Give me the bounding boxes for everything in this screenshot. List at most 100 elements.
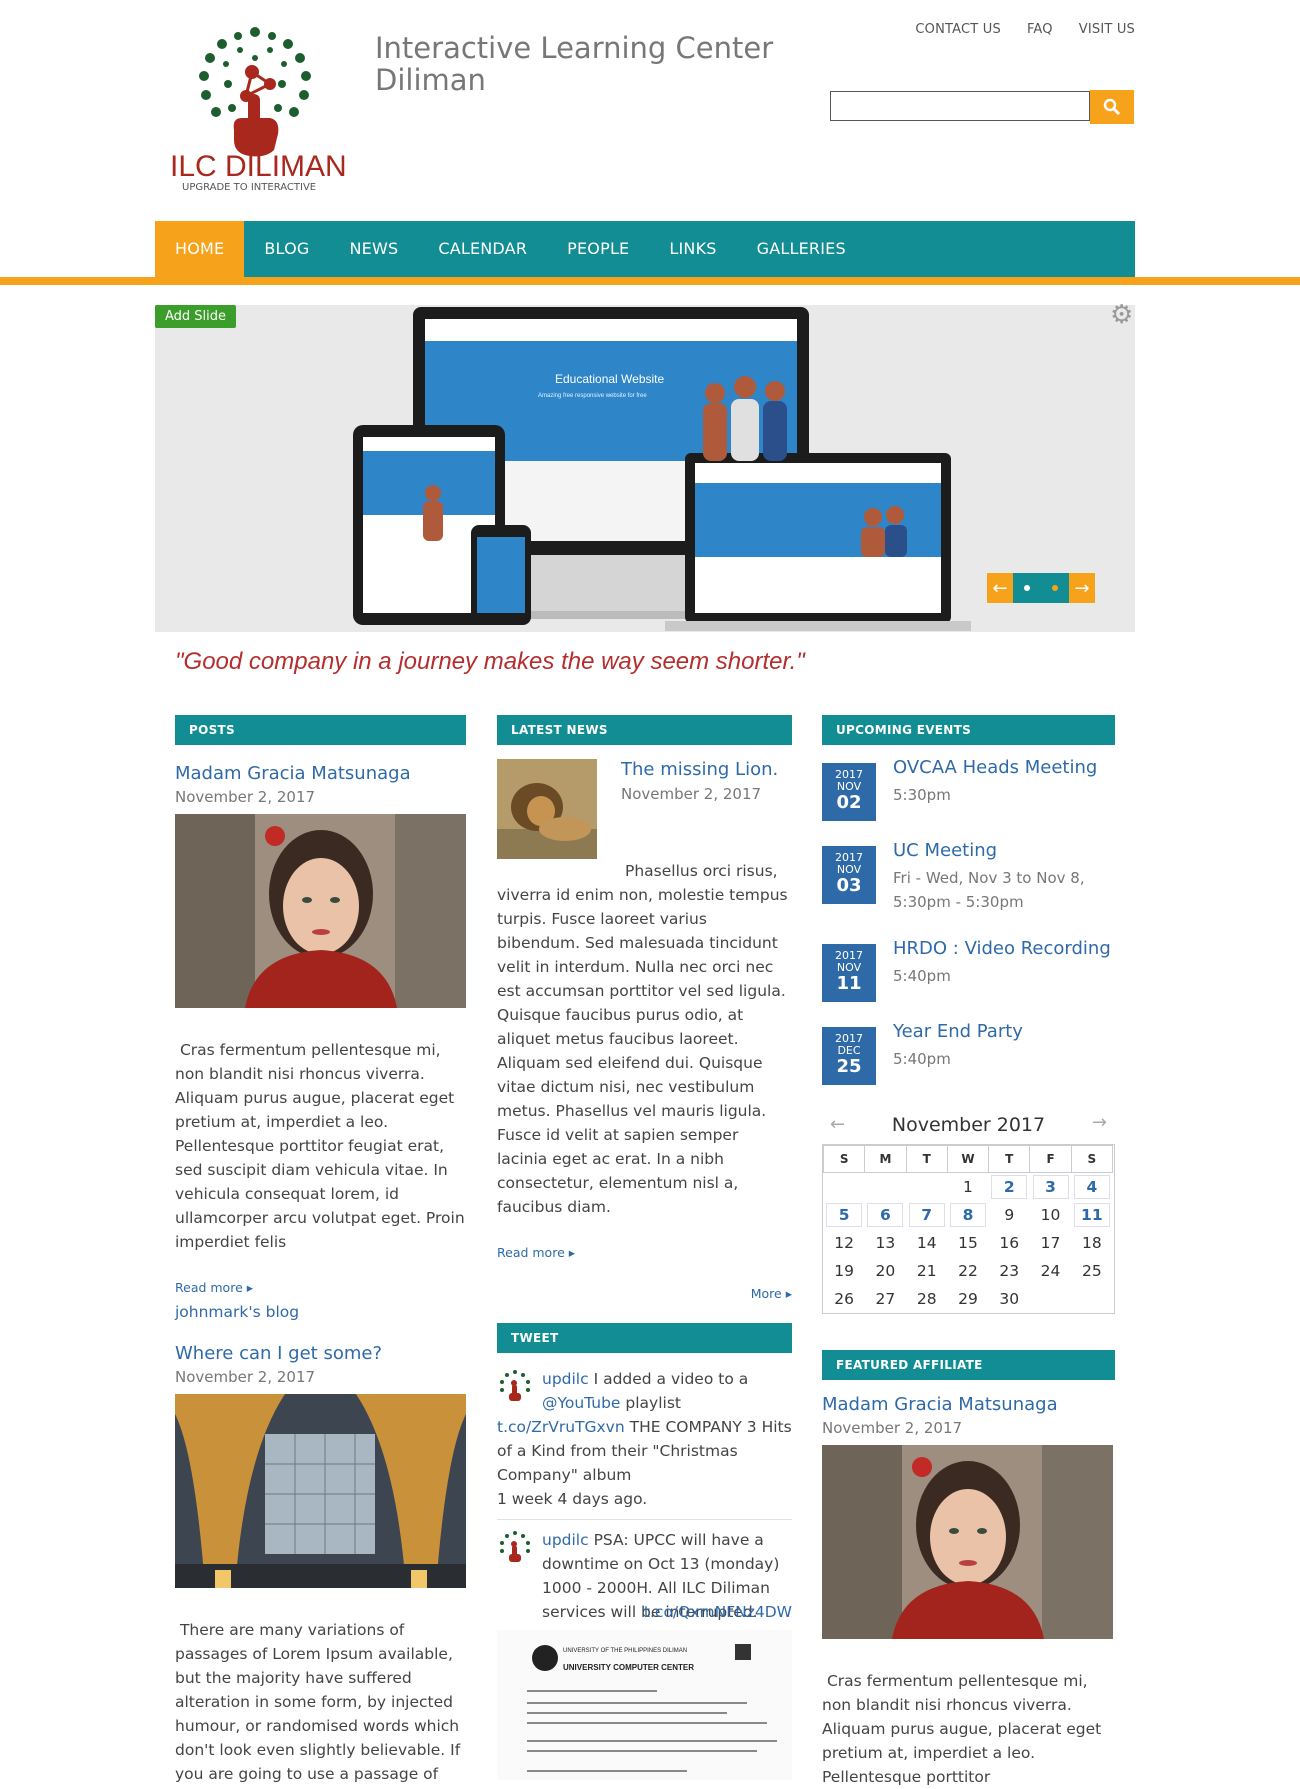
calendar-day[interactable]: 11: [1071, 1201, 1112, 1229]
calendar-day-link[interactable]: 5: [826, 1203, 863, 1227]
calendar-day-link[interactable]: 4: [1073, 1175, 1110, 1199]
calendar-day: 22: [958, 1262, 978, 1280]
nav-home[interactable]: HOME: [155, 221, 245, 277]
site-logo[interactable]: ILC DILIMAN UPGRADE TO INTERACTIVE: [170, 22, 350, 202]
calendar-day[interactable]: 2: [989, 1173, 1030, 1202]
search-icon: [1103, 98, 1121, 116]
slider-controls: ← →: [987, 573, 1095, 603]
post-excerpt-text: Cras fermentum pellentesque mi, non blan…: [175, 1041, 465, 1251]
arrow-left-icon: ←: [992, 577, 1008, 599]
event-day: 11: [836, 973, 862, 994]
event-title[interactable]: Year End Party: [893, 1021, 1023, 1042]
affiliate-image[interactable]: [822, 1445, 1113, 1639]
calendar-day: 16: [999, 1234, 1020, 1252]
calendar-day: 18: [1081, 1234, 1102, 1252]
event-time: 5:40pm: [893, 1050, 951, 1068]
post-title[interactable]: Where can I get some?: [175, 1343, 466, 1364]
portrait-image: [822, 1445, 1113, 1639]
tweet-link[interactable]: t.co/QxmNFNz4DW: [644, 1603, 792, 1621]
post-title[interactable]: Madam Gracia Matsunaga: [175, 763, 466, 784]
event-item[interactable]: 2017 NOV 02 OVCAA Heads Meeting 5:30pm: [822, 757, 1115, 846]
calendar-day: 24: [1040, 1262, 1061, 1280]
tweet-mention[interactable]: @YouTube: [542, 1394, 621, 1412]
nav-calendar[interactable]: CALENDAR: [418, 221, 547, 277]
tweet-avatar-icon[interactable]: [497, 1530, 533, 1566]
site-quote: "Good company in a journey makes the way…: [175, 648, 805, 675]
calendar-weekday: W: [946, 1145, 990, 1173]
search-input[interactable]: [830, 91, 1090, 121]
calendar-day: 21: [916, 1262, 937, 1280]
add-slide-button[interactable]: Add Slide: [155, 305, 237, 328]
calendar-day-link[interactable]: 8: [949, 1203, 986, 1227]
calendar-day[interactable]: 6: [865, 1201, 906, 1229]
calendar-day[interactable]: 8: [947, 1201, 988, 1229]
tweet-user[interactable]: updilc: [542, 1370, 589, 1388]
search-button[interactable]: [1090, 90, 1134, 124]
tweet-item: updilc I added a video to a @YouTube pla…: [497, 1367, 792, 1511]
calendar-day[interactable]: 3: [1030, 1173, 1071, 1202]
tweet-user[interactable]: updilc: [542, 1531, 589, 1549]
event-day: 03: [836, 875, 862, 896]
site-title[interactable]: Interactive Learning Center Diliman: [375, 32, 795, 96]
affiliate-title[interactable]: Madam Gracia Matsunaga: [822, 1394, 1115, 1415]
post-image-atrium[interactable]: [175, 1394, 466, 1588]
post-excerpt-text: There are many variations of passages of…: [175, 1621, 461, 1783]
nav-blog[interactable]: BLOG: [244, 221, 329, 277]
more-news-link[interactable]: More ▸: [497, 1286, 792, 1301]
nav-links[interactable]: LINKS: [649, 221, 736, 277]
tweet-time[interactable]: 1 week 4 days ago.: [497, 1487, 792, 1511]
portrait-image: [175, 814, 466, 1008]
tweet-text: playlist: [625, 1394, 681, 1412]
event-item[interactable]: 2017 NOV 03 UC Meeting Fri - Wed, Nov 3 to…: [822, 840, 1115, 944]
visit-us-link[interactable]: VISIT US: [1079, 22, 1135, 37]
event-item[interactable]: 2017 NOV 11 HRDO : Video Recording 5:40pm: [822, 938, 1115, 1027]
post-image-portrait[interactable]: [175, 814, 466, 1008]
calendar-day-link[interactable]: 6: [867, 1203, 904, 1227]
news-title[interactable]: The missing Lion.: [621, 759, 778, 780]
logo-text: ILC DILIMAN: [170, 150, 347, 183]
slide-dot-1[interactable]: [1024, 585, 1030, 591]
calendar-day[interactable]: 5: [824, 1201, 865, 1229]
nav-people[interactable]: PEOPLE: [547, 221, 649, 277]
main-nav: HOME BLOG NEWS CALENDAR PEOPLE LINKS GAL…: [155, 221, 1135, 277]
affiliate-excerpt-text: Cras fermentum pellentesque mi, non blan…: [822, 1672, 1102, 1786]
event-item[interactable]: 2017 DEC 25 Year End Party 5:40pm: [822, 1021, 1115, 1110]
tweet-link[interactable]: t.co/ZrVruTGxvn: [497, 1418, 625, 1436]
blog-link[interactable]: johnmark's blog: [175, 1303, 466, 1321]
calendar-day-link[interactable]: 11: [1073, 1203, 1110, 1227]
contact-us-link[interactable]: CONTACT US: [915, 22, 1001, 37]
affiliate-excerpt: Cras fermentum pellentesque mi, non blan…: [822, 1669, 1115, 1789]
slider-next-button[interactable]: →: [1069, 573, 1095, 603]
post-excerpt: Cras fermentum pellentesque mi, non blan…: [175, 1038, 466, 1254]
site-title-line2: Diliman: [375, 63, 486, 97]
tweet-avatar-icon[interactable]: [497, 1369, 533, 1405]
more-label: More: [750, 1286, 782, 1301]
calendar-day[interactable]: 4: [1071, 1173, 1112, 1202]
calendar-day-link[interactable]: 3: [1032, 1175, 1069, 1199]
calendar-day: 20: [875, 1262, 896, 1280]
faq-link[interactable]: FAQ: [1027, 22, 1053, 37]
memo-header: UNIVERSITY OF THE PHILIPPINES DILIMAN: [563, 1648, 687, 1654]
calendar-day: 29: [958, 1290, 978, 1308]
tweet-heading: TWEET: [497, 1323, 792, 1353]
event-title[interactable]: OVCAA Heads Meeting: [893, 757, 1097, 778]
event-title[interactable]: HRDO : Video Recording: [893, 938, 1111, 959]
news-excerpt: Phasellus orci risus, viverra id enim no…: [497, 862, 788, 1216]
event-title[interactable]: UC Meeting: [893, 840, 997, 861]
slide-dot-2[interactable]: [1052, 585, 1058, 591]
slider-prev-button[interactable]: ←: [987, 573, 1013, 603]
posts-column: POSTS Madam Gracia Matsunaga November 2,…: [175, 715, 466, 1786]
calendar-day[interactable]: 7: [906, 1201, 947, 1229]
tweet-item: updilc PSA: UPCC will have a downtime on…: [497, 1528, 792, 1780]
news-heading: LATEST NEWS: [497, 715, 792, 745]
gear-icon[interactable]: ⚙: [1110, 300, 1133, 330]
news-image-lion[interactable]: [497, 759, 597, 859]
nav-news[interactable]: NEWS: [329, 221, 418, 277]
read-more-link[interactable]: Read more ▸: [497, 1245, 792, 1260]
read-more-link[interactable]: Read more ▸: [175, 1280, 466, 1295]
calendar-day: 26: [834, 1290, 854, 1308]
calendar-day-link[interactable]: 7: [908, 1203, 945, 1227]
calendar-next-arrow-icon[interactable]: →: [1092, 1112, 1107, 1133]
calendar-day-link[interactable]: 2: [991, 1175, 1028, 1199]
nav-galleries[interactable]: GALLERIES: [737, 221, 866, 277]
